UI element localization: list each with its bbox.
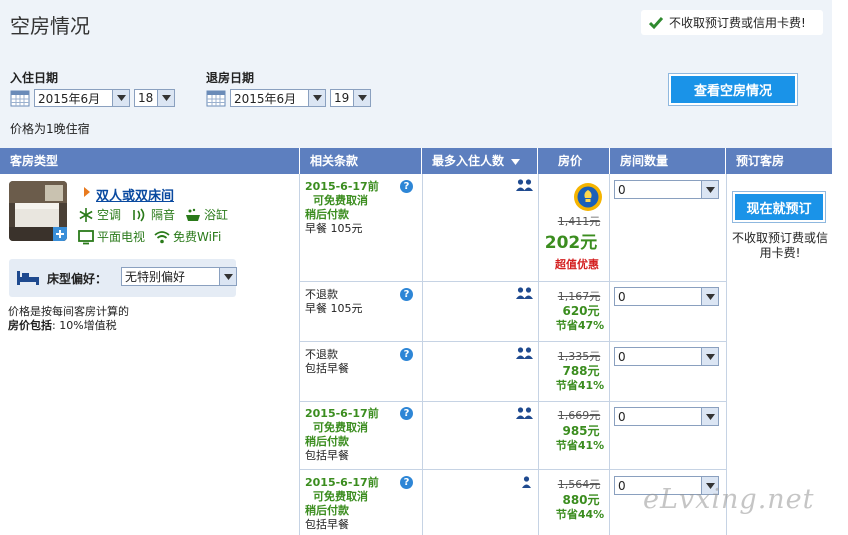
deal-badge-icon	[574, 183, 602, 211]
new-price: 202元	[544, 233, 598, 253]
header-max-occupancy[interactable]: 最多入住人数	[422, 148, 538, 174]
table-header: 客房类型 相关条款 最多入住人数 房价 房间数量 预订客房	[0, 148, 832, 174]
room-quantity-select[interactable]: 0	[614, 347, 719, 366]
room-quantity-select[interactable]: 0	[614, 180, 719, 199]
bed-pref-label: 床型偏好：	[47, 272, 108, 286]
divider	[726, 174, 727, 535]
header-price: 房价	[538, 148, 610, 174]
header-booking: 预订客房	[736, 154, 785, 168]
sort-down-icon	[511, 158, 521, 165]
bed-pref-select[interactable]: 无特别偏好	[121, 267, 237, 286]
bed-preference-box: 床型偏好： 无特别偏好	[9, 259, 237, 297]
chevron-down-icon	[701, 408, 718, 425]
chevron-down-icon	[701, 288, 718, 305]
old-price: 1,669元	[557, 409, 601, 422]
bed-icon	[17, 271, 39, 285]
divider	[422, 174, 423, 535]
divider	[300, 281, 726, 282]
header-room-count: 房间数量	[610, 148, 726, 174]
chevron-down-icon	[353, 90, 370, 106]
one-person-icon	[522, 476, 531, 488]
expand-arrow-icon	[84, 187, 90, 197]
rate-terms: 2015-6-17前 可免费取消 稍后付款 早餐 105元	[305, 180, 379, 235]
rate-terms: 2015-6-17前 可免费取消 稍后付款 包括早餐	[305, 476, 379, 531]
bathtub-icon	[186, 208, 200, 221]
calendar-icon[interactable]	[10, 89, 30, 107]
old-price: 1,411元	[557, 215, 601, 228]
help-icon[interactable]: ?	[400, 476, 413, 489]
two-persons-icon	[516, 347, 533, 359]
amenity-wifi: 免费WiFi	[154, 228, 221, 245]
amenity-bathtub: 浴缸	[185, 206, 228, 223]
room-name-link[interactable]: 双人或双床间	[96, 185, 174, 204]
price-basis-note: 价格是按每间客房计算的 房价包括: 10%增值税	[8, 305, 129, 332]
checkin-day-select[interactable]: 18	[134, 89, 175, 107]
chevron-down-icon	[701, 181, 718, 198]
discount-label: 节省47%	[555, 319, 605, 332]
amenity-ac: 空调	[78, 206, 121, 223]
chevron-down-icon	[112, 90, 129, 106]
snowflake-icon	[79, 207, 93, 222]
check-availability-button[interactable]: 查看空房情况	[669, 74, 797, 105]
chevron-down-icon	[308, 90, 325, 106]
divider	[299, 174, 300, 535]
checkout-label: 退房日期	[206, 71, 255, 85]
soundproof-icon	[133, 207, 145, 222]
book-now-button[interactable]: 现在就预订	[733, 192, 825, 222]
two-persons-icon	[516, 179, 533, 191]
checkin-label: 入住日期	[10, 71, 59, 85]
room-photo[interactable]	[9, 181, 67, 241]
divider	[300, 469, 726, 470]
page-title: 空房情况	[10, 14, 90, 38]
header-room-type: 客房类型	[0, 148, 300, 174]
booking-fee-note: 不收取预订费或信用卡费!	[731, 231, 828, 260]
room-quantity-select[interactable]: 0	[614, 407, 719, 426]
divider	[300, 341, 726, 342]
help-icon[interactable]: ?	[400, 180, 413, 193]
room-image	[9, 181, 67, 241]
amenity-tv: 平面电视	[78, 228, 145, 245]
checkin-month-select[interactable]: 2015年6月	[34, 89, 130, 107]
wifi-icon	[154, 230, 170, 243]
rate-terms: 不退款 早餐 105元	[305, 288, 363, 315]
help-icon[interactable]: ?	[400, 288, 413, 301]
help-icon[interactable]: ?	[400, 348, 413, 361]
two-persons-icon	[516, 407, 533, 419]
two-persons-icon	[516, 287, 533, 299]
rate-terms: 不退款 包括早餐	[305, 348, 349, 375]
checkout-day-select[interactable]: 19	[330, 89, 371, 107]
watermark: eLvxing.net	[643, 484, 815, 515]
discount-label: 节省41%	[555, 379, 605, 392]
price-note: 价格为1晚住宿	[10, 122, 90, 136]
discount-label: 节省44%	[555, 508, 605, 521]
header-terms: 相关条款	[300, 148, 422, 174]
chevron-down-icon	[157, 90, 174, 106]
divider	[300, 401, 726, 402]
deal-label: 超值优惠	[555, 258, 599, 271]
checkmark-icon	[649, 16, 663, 29]
old-price: 1,564元	[557, 478, 601, 491]
tv-icon	[78, 229, 94, 244]
discount-label: 节省41%	[555, 439, 605, 452]
amenity-soundproof: 隔音	[132, 206, 175, 223]
room-quantity-select[interactable]: 0	[614, 287, 719, 306]
chevron-down-icon	[219, 268, 236, 285]
checkout-month-select[interactable]: 2015年6月	[230, 89, 326, 107]
chevron-down-icon	[701, 348, 718, 365]
calendar-icon[interactable]	[206, 89, 226, 107]
help-icon[interactable]: ?	[400, 407, 413, 420]
no-fee-notice: 不收取预订费或信用卡费!	[641, 10, 823, 35]
no-fee-text: 不收取预订费或信用卡费!	[669, 16, 806, 30]
rate-terms: 2015-6-17前 可免费取消 稍后付款 包括早餐	[305, 407, 379, 462]
